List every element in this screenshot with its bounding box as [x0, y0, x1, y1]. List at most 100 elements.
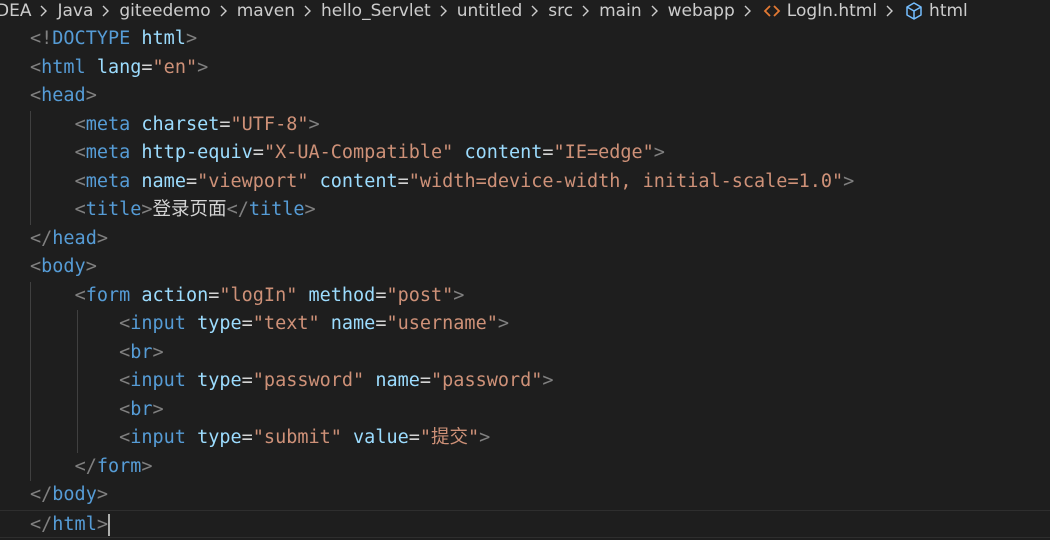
code-attribute: lang: [96, 56, 142, 78]
code-punctuation: >: [542, 370, 554, 391]
code-tag-name: body: [52, 484, 97, 505]
breadcrumb-item-html[interactable]: html: [903, 0, 968, 22]
code-text: =: [375, 284, 387, 306]
chevron-right-icon: [31, 0, 57, 22]
code-line[interactable]: <input type="text" name="username">: [0, 310, 1050, 339]
code-line[interactable]: <meta http-equiv="X-UA-Compatible" conte…: [0, 139, 1050, 168]
code-tag-name: input: [130, 370, 186, 391]
breadcrumb-item-webapp[interactable]: webapp: [668, 0, 735, 22]
code-punctuation: </: [74, 455, 97, 477]
code-tag-name: head: [41, 85, 86, 106]
code-content: <head>: [30, 82, 97, 111]
code-text: =: [241, 313, 253, 334]
code-punctuation: <: [119, 313, 131, 334]
code-line[interactable]: <body>: [0, 253, 1050, 282]
code-content: <input type="submit" value="提交">: [30, 424, 490, 453]
chevron-right-icon: [431, 0, 457, 22]
code-string: "en": [152, 56, 198, 78]
breadcrumb-label: giteedemo: [119, 1, 211, 21]
breadcrumb-label: LogIn.html: [786, 1, 878, 21]
code-line[interactable]: <br>: [0, 395, 1050, 425]
code-content: <meta charset="UTF-8">: [30, 111, 320, 140]
breadcrumb-item-hello-servlet[interactable]: hello_Servlet: [321, 0, 431, 22]
code-line[interactable]: <meta name="viewport" content="width=dev…: [0, 167, 1050, 197]
code-punctuation: <!: [30, 28, 53, 49]
code-string: "submit": [252, 427, 342, 448]
code-line[interactable]: </body>: [0, 481, 1050, 510]
code-attribute: value: [353, 427, 409, 448]
code-line[interactable]: <head>: [0, 82, 1050, 111]
code-content: <br>: [30, 339, 164, 368]
code-content: <meta name="viewport" content="width=dev…: [30, 168, 855, 197]
code-line[interactable]: <br>: [0, 338, 1050, 368]
code-string: "post": [386, 284, 454, 306]
breadcrumb: DEA Java giteedemo maven hello_Servlet untitl…: [0, 0, 1050, 22]
code-content: <meta http-equiv="X-UA-Compatible" conte…: [30, 139, 665, 168]
code-text: =: [219, 113, 231, 135]
code-punctuation: <: [119, 398, 131, 420]
breadcrumb-label: hello_Servlet: [320, 1, 431, 21]
code-tag-name: html: [52, 513, 97, 535]
breadcrumb-item-src[interactable]: src: [548, 0, 573, 22]
code-line[interactable]: <!DOCTYPE html>: [0, 25, 1050, 54]
chevron-right-icon: [877, 0, 903, 22]
code-punctuation: >: [197, 56, 209, 78]
chevron-right-icon: [211, 0, 237, 22]
breadcrumb-item-untitled[interactable]: untitled: [457, 0, 523, 22]
code-punctuation: <: [30, 256, 42, 277]
code-content: </body>: [30, 481, 108, 510]
code-tag-name: body: [41, 256, 86, 277]
code-punctuation: >: [185, 28, 198, 49]
code-text: =: [241, 370, 253, 391]
code-content: <br>: [30, 396, 164, 425]
code-attribute: type: [197, 427, 242, 448]
code-string: "logIn": [219, 284, 298, 306]
code-tag-name: DOCTYPE: [52, 28, 131, 49]
code-editor[interactable]: <!DOCTYPE html> <html lang="en"> <head> <m…: [0, 25, 1050, 540]
breadcrumb-item-dea[interactable]: DEA: [0, 0, 31, 22]
code-text: =: [419, 370, 432, 391]
breadcrumb-item-java[interactable]: Java: [57, 0, 93, 22]
code-punctuation: >: [152, 398, 164, 420]
code-line[interactable]: <input type="password" name="password">: [0, 367, 1050, 396]
code-attribute: http-equiv: [141, 142, 253, 163]
code-tag-name: html: [41, 56, 86, 78]
code-line[interactable]: </html>: [0, 509, 1050, 538]
code-punctuation: </: [30, 227, 53, 249]
breadcrumb-label: src: [548, 1, 574, 21]
code-punctuation: >: [308, 113, 320, 135]
code-attribute: action: [141, 284, 209, 306]
breadcrumb-item-giteedemo[interactable]: giteedemo: [119, 0, 210, 22]
code-attribute: type: [197, 370, 242, 391]
code-line[interactable]: <input type="submit" value="提交">: [0, 424, 1050, 453]
code-line[interactable]: <form action="logIn" method="post">: [0, 281, 1050, 310]
code-line[interactable]: <title>登录页面</title>: [0, 196, 1050, 225]
code-text: =: [241, 427, 253, 448]
code-line[interactable]: </head>: [0, 225, 1050, 254]
code-line[interactable]: <html lang="en">: [0, 54, 1050, 83]
code-line[interactable]: </form>: [0, 452, 1050, 481]
code-text: =: [141, 56, 153, 78]
breadcrumb-label: Java: [57, 1, 94, 21]
breadcrumb-item-maven[interactable]: maven: [237, 0, 295, 22]
code-attribute: name: [141, 170, 186, 192]
code-line[interactable]: <meta charset="UTF-8">: [0, 110, 1050, 140]
breadcrumb-item-login-html[interactable]: LogIn.html: [761, 0, 877, 22]
code-tag-name: br: [130, 398, 153, 420]
breadcrumb-item-main[interactable]: main: [599, 0, 641, 22]
code-punctuation: <: [74, 284, 86, 306]
code-attribute: name: [375, 370, 420, 391]
